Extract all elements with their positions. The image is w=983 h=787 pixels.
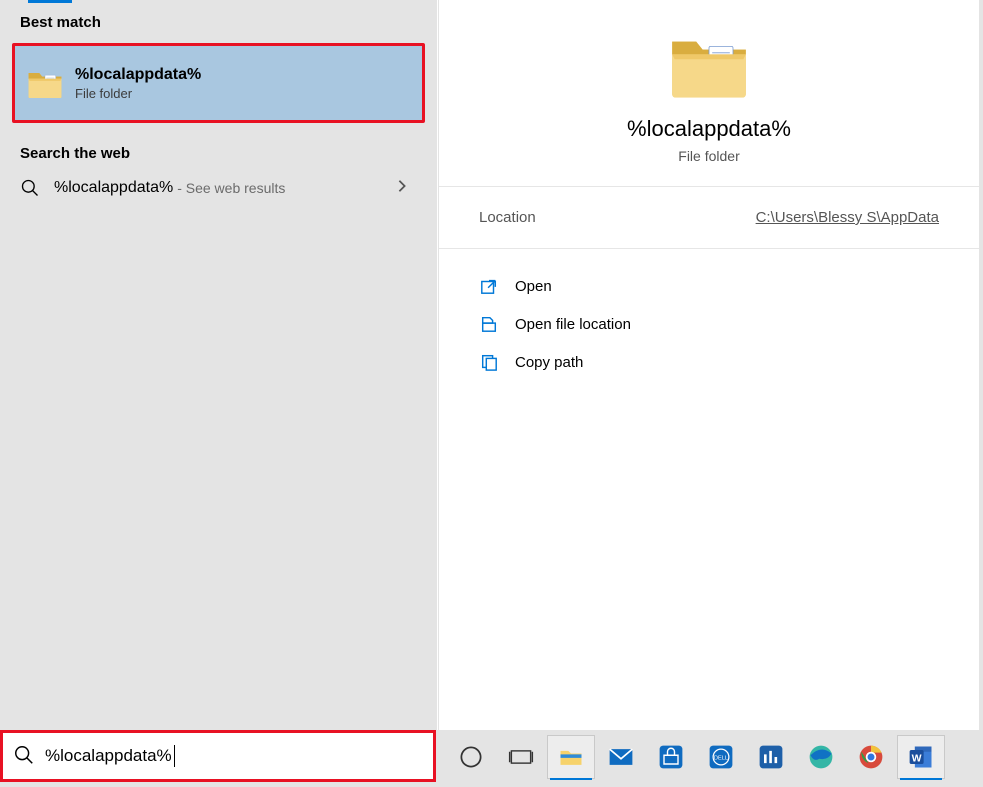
search-web-heading: Search the web <box>0 123 437 170</box>
location-row: Location C:\Users\Blessy S\AppData <box>439 187 979 249</box>
task-view-icon <box>507 743 535 771</box>
edge-button[interactable] <box>797 735 845 779</box>
store-button[interactable] <box>647 735 695 779</box>
search-box[interactable]: %localappdata% <box>0 730 436 782</box>
folder-icon <box>669 30 749 98</box>
dell-button[interactable]: DELL <box>697 735 745 779</box>
powerpoint-icon <box>757 743 785 771</box>
preview-title: %localappdata% <box>479 116 939 142</box>
cortana-button[interactable] <box>447 735 495 779</box>
open-location-icon <box>479 314 499 334</box>
action-copy-path[interactable]: Copy path <box>479 343 939 381</box>
search-results-pane: Best match %localappdata% File folder Se… <box>0 0 438 730</box>
preview-pane: %localappdata% File folder Location C:\U… <box>439 0 979 730</box>
word-button[interactable]: W <box>897 735 945 779</box>
best-match-title: %localappdata% <box>75 66 201 84</box>
web-search-suffix: - See web results <box>177 180 285 196</box>
best-match-subtitle: File folder <box>75 86 201 101</box>
best-match-result[interactable]: %localappdata% File folder <box>12 43 425 123</box>
dell-icon: DELL <box>707 743 735 771</box>
best-match-heading: Best match <box>0 0 437 39</box>
file-explorer-icon <box>557 743 585 771</box>
word-icon: W <box>907 743 935 771</box>
file-explorer-button[interactable] <box>547 735 595 779</box>
powerpoint-button[interactable] <box>747 735 795 779</box>
edge-icon <box>807 743 835 771</box>
cortana-icon <box>457 743 485 771</box>
action-open-label: Open <box>515 278 552 295</box>
action-open-location[interactable]: Open file location <box>479 305 939 343</box>
search-icon <box>13 744 37 768</box>
mail-button[interactable] <box>597 735 645 779</box>
search-input-value: %localappdata% <box>45 745 175 767</box>
search-icon <box>20 178 40 198</box>
mail-icon <box>607 743 635 771</box>
folder-icon <box>27 68 63 98</box>
action-open-location-label: Open file location <box>515 316 631 333</box>
taskbar: DELL W <box>436 730 983 784</box>
svg-text:DELL: DELL <box>714 756 728 762</box>
location-path-link[interactable]: C:\Users\Blessy S\AppData <box>756 209 939 226</box>
web-search-result[interactable]: %localappdata% - See web results <box>0 170 437 206</box>
actions-list: Open Open file location Copy path <box>439 249 979 399</box>
chevron-right-icon <box>397 179 407 198</box>
preview-subtitle: File folder <box>479 148 939 164</box>
store-icon <box>657 743 685 771</box>
preview-header: %localappdata% File folder <box>439 0 979 187</box>
action-copy-path-label: Copy path <box>515 354 583 371</box>
copy-icon <box>479 352 499 372</box>
web-search-query: %localappdata% <box>54 179 173 197</box>
task-view-button[interactable] <box>497 735 545 779</box>
chrome-button[interactable] <box>847 735 895 779</box>
action-open[interactable]: Open <box>479 267 939 305</box>
filter-tab-indicator <box>28 0 72 3</box>
best-match-text: %localappdata% File folder <box>75 66 201 101</box>
open-icon <box>479 276 499 296</box>
location-label: Location <box>479 209 536 226</box>
chrome-icon <box>857 743 885 771</box>
svg-text:W: W <box>912 752 922 764</box>
